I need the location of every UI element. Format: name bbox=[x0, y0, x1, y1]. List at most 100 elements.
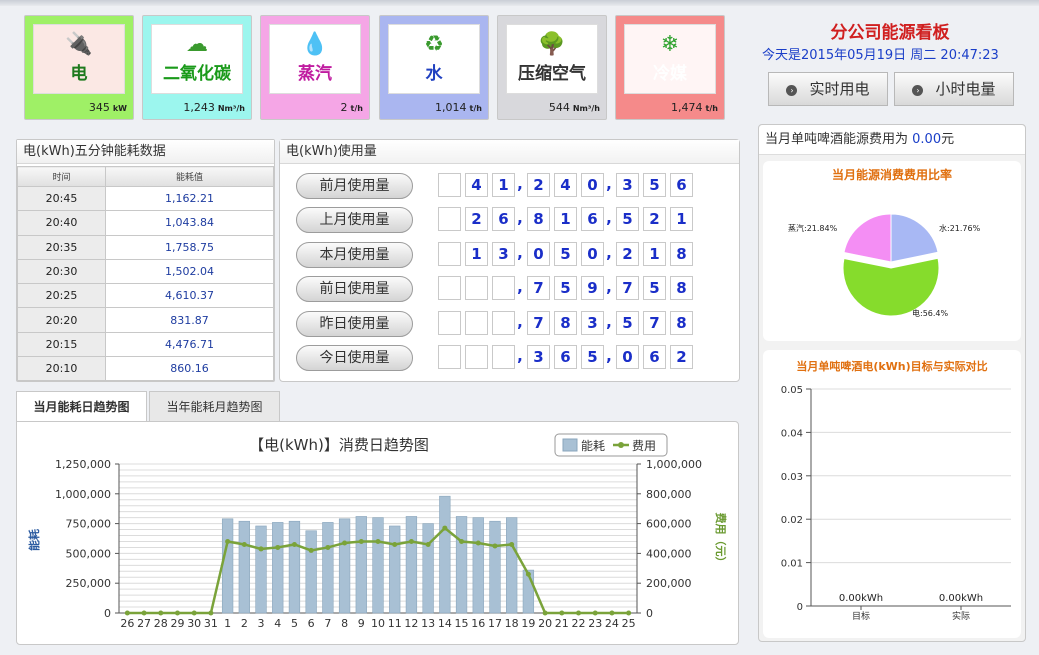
usage-period-button[interactable]: 上月使用量 bbox=[296, 207, 413, 234]
energy-tile[interactable]: ☁ 二氧化碳 1,243 Nm³/h bbox=[142, 15, 252, 120]
hourly-power-button[interactable]: › 小时电量 bbox=[894, 72, 1014, 106]
cost-point bbox=[208, 610, 214, 616]
cost-point bbox=[408, 538, 414, 544]
usage-digit: 8 bbox=[670, 310, 693, 335]
value-cell: 4,610.37 bbox=[105, 283, 274, 309]
usage-digit: 5 bbox=[554, 241, 577, 266]
usage-digit: 9 bbox=[581, 276, 604, 301]
bar bbox=[338, 518, 351, 614]
cost-point bbox=[291, 541, 297, 547]
usage-digit: 2 bbox=[643, 207, 666, 232]
time-cell: 20:45 bbox=[17, 185, 106, 212]
energy-tile[interactable]: 🔌 电 345 kW bbox=[24, 15, 134, 120]
usage-period-button[interactable]: 前日使用量 bbox=[296, 276, 413, 303]
tab-monthly-daily-trend[interactable]: 当月能耗日趋势图 bbox=[16, 391, 147, 421]
energy-tile[interactable]: 💧 蒸汽 2 t/h bbox=[260, 15, 370, 120]
daily-trend-chart: 【电(kWh)】消费日趋势图 0 250,000 500,000 750,000 1,00… bbox=[27, 433, 728, 630]
x-tick-label: 27 bbox=[137, 617, 151, 630]
usage-period-button[interactable]: 今日使用量 bbox=[296, 345, 413, 371]
y-tick-label: 0.01 bbox=[781, 559, 803, 570]
digit-separator: , bbox=[517, 175, 523, 193]
cost-point bbox=[609, 610, 615, 616]
tile-inner: 🌳 压缩空气 bbox=[506, 24, 598, 94]
right-column: 当月单吨啤酒能源费用为 0.00元 当月能源消费费用比率 蒸汽:21.84% 水:2… bbox=[758, 124, 1026, 642]
x-tick-label: 16 bbox=[471, 617, 485, 630]
energy-tile[interactable]: 🌳 压缩空气 544 Nm³/h bbox=[497, 15, 607, 120]
dashboard-title: 分公司能源看板 bbox=[830, 23, 950, 43]
y-tick-label: 750,000 bbox=[66, 518, 112, 531]
cost-per-ton: 当月单吨啤酒能源费用为 0.00元 bbox=[759, 125, 1025, 155]
y2-axis-label: 费用（元） bbox=[714, 513, 728, 568]
y2-tick-label: 600,000 bbox=[646, 518, 692, 531]
usage-digit: 5 bbox=[616, 207, 639, 232]
cost-point bbox=[425, 541, 431, 547]
energy-tile[interactable]: ❄ 冷媒 1,474 t/h bbox=[615, 15, 725, 120]
usage-panel: 电(kWh)使用量 前月使用量 4 1, 2 4 0, 3 5 6 上月使用量 2 6, 8 1 6, 5 2 1… bbox=[279, 139, 740, 382]
cost-point bbox=[576, 610, 582, 616]
pie-panel: 当月能源消费费用比率 蒸汽:21.84% 水:21.76% 电:56.4% bbox=[763, 161, 1021, 341]
bar bbox=[238, 520, 250, 614]
usage-period-button[interactable]: 前月使用量 bbox=[296, 173, 413, 199]
usage-digit bbox=[465, 276, 488, 301]
daily-trend-panel: 【电(kWh)】消费日趋势图 0 250,000 500,000 750,000 1,00… bbox=[16, 421, 739, 645]
target-vs-actual-chart: 当月单吨啤酒电(kWh)目标与实际对比 0 0.01 0.02 0.03 0.04 0.05… bbox=[781, 359, 1011, 622]
x-tick-label: 目标 bbox=[852, 610, 870, 622]
tile-inner: ❄ 冷媒 bbox=[624, 24, 716, 94]
usage-digit bbox=[438, 173, 461, 197]
usage-digit: 5 bbox=[616, 310, 639, 335]
y-tick-label: 1,250,000 bbox=[55, 458, 111, 471]
target-title: 当月单吨啤酒电(kWh)目标与实际对比 bbox=[796, 359, 987, 373]
value-cell: 4,476.71 bbox=[105, 331, 274, 358]
cost-point bbox=[459, 538, 465, 544]
tab-yearly-monthly-trend[interactable]: 当年能耗月趋势图 bbox=[149, 391, 280, 421]
tile-value: 1,014 t/h bbox=[435, 101, 482, 114]
x-tick-label: 28 bbox=[154, 617, 168, 630]
usage-period-button[interactable]: 昨日使用量 bbox=[296, 310, 413, 337]
usage-digit bbox=[492, 276, 515, 301]
usage-digit: 7 bbox=[527, 276, 550, 301]
y-tick-label: 0.03 bbox=[781, 472, 803, 483]
realtime-power-button[interactable]: › 实时用电 bbox=[768, 72, 888, 106]
usage-digit: 7 bbox=[527, 310, 550, 335]
cost-point bbox=[258, 546, 264, 552]
usage-digit: 2 bbox=[670, 345, 693, 369]
legend-label: 能耗 bbox=[581, 439, 605, 453]
x-tick-label: 17 bbox=[488, 617, 502, 630]
usage-digit bbox=[465, 345, 488, 369]
y2-tick-label: 800,000 bbox=[646, 488, 692, 501]
usage-period-button[interactable]: 本月使用量 bbox=[296, 241, 413, 268]
x-tick-label: 11 bbox=[388, 617, 402, 630]
usage-digit: 1 bbox=[492, 173, 515, 197]
usage-digit bbox=[465, 310, 488, 335]
usage-digit bbox=[438, 241, 461, 266]
data-label: 0.00kWh bbox=[939, 593, 983, 604]
time-cell: 20:25 bbox=[17, 283, 106, 309]
digit-separator: , bbox=[606, 243, 612, 262]
tile-name: 水 bbox=[425, 64, 443, 84]
usage-digit: 0 bbox=[581, 173, 604, 197]
x-tick-label: 22 bbox=[572, 617, 586, 630]
time-cell: 20:35 bbox=[17, 234, 106, 260]
y-tick-label: 500,000 bbox=[66, 547, 112, 560]
usage-digit: 1 bbox=[670, 207, 693, 232]
x-tick-label: 4 bbox=[274, 617, 281, 630]
y-tick-label: 1,000,000 bbox=[55, 488, 111, 501]
digit-separator: , bbox=[517, 312, 523, 331]
five-minute-table: 时间 能耗值 20:45 1,162.21 20:40 1,043.84 20:35 1,7… bbox=[17, 166, 274, 382]
usage-digit: 5 bbox=[581, 345, 604, 369]
cost-ratio-pie-chart: 当月能源消费费用比率蒸汽:21.84% 水:21.76% 电:56.4% bbox=[788, 167, 981, 318]
cost-point bbox=[158, 610, 164, 616]
bar bbox=[322, 522, 334, 614]
x-tick-label: 10 bbox=[371, 617, 385, 630]
value-cell: 831.87 bbox=[105, 307, 274, 333]
cost-point bbox=[509, 541, 515, 547]
tile-value: 1,243 Nm³/h bbox=[183, 101, 245, 114]
usage-digit: 0 bbox=[616, 345, 639, 369]
digit-separator: , bbox=[606, 209, 612, 228]
usage-digit: 7 bbox=[643, 310, 666, 335]
energy-tile[interactable]: ♻ 水 1,014 t/h bbox=[379, 15, 489, 120]
pie-slice bbox=[890, 213, 939, 263]
bar bbox=[288, 520, 301, 614]
panel-title: 电(kWh)使用量 bbox=[280, 140, 739, 164]
bar bbox=[389, 525, 401, 614]
